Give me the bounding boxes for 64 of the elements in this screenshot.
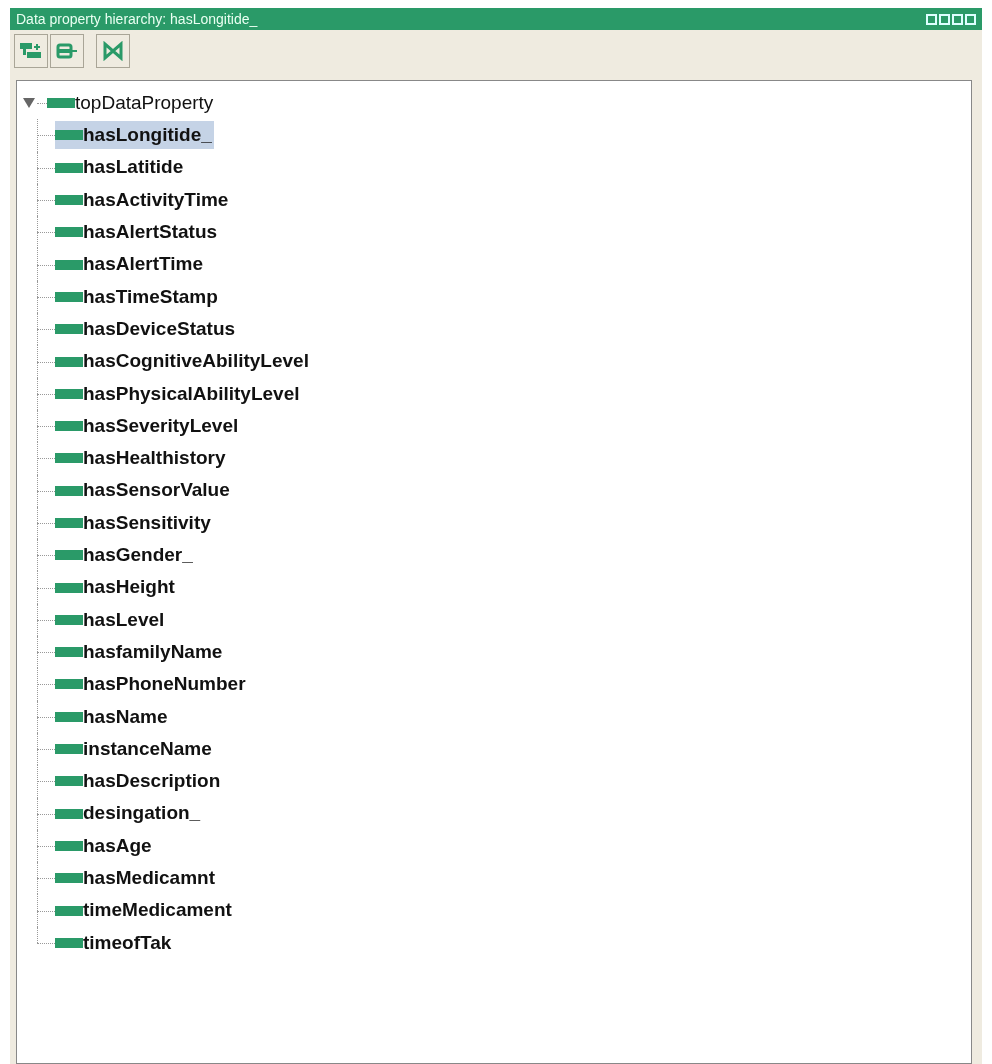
add-sibling-button[interactable] xyxy=(50,34,84,68)
property-icon xyxy=(55,195,83,206)
property-icon xyxy=(55,776,83,787)
property-icon xyxy=(55,130,83,141)
property-icon xyxy=(55,356,83,367)
property-icon xyxy=(55,291,83,302)
tree-item[interactable]: hasAlertStatus xyxy=(55,218,220,247)
property-icon xyxy=(55,679,83,690)
tree-item[interactable]: timeofTak xyxy=(55,928,174,957)
tree-item[interactable]: hasLevel xyxy=(55,605,167,634)
property-icon xyxy=(55,388,83,399)
property-arrow-icon xyxy=(56,42,78,60)
property-icon xyxy=(55,421,83,432)
property-icon xyxy=(55,905,83,916)
tree-item[interactable]: hasMedicamnt xyxy=(55,864,217,893)
property-icon xyxy=(55,227,83,238)
property-icon xyxy=(55,614,83,625)
tree-item[interactable]: hasPhoneNumber xyxy=(55,670,248,699)
property-icon xyxy=(55,259,83,270)
tree-item[interactable]: hasSensitivity xyxy=(55,509,213,537)
property-icon xyxy=(55,324,83,335)
property-icon xyxy=(55,518,83,528)
tree-item[interactable]: hasfamilyName xyxy=(55,638,225,667)
tree-item[interactable]: hasLatitide xyxy=(55,153,186,182)
maximize-icon[interactable] xyxy=(952,13,963,25)
property-icon xyxy=(55,873,83,884)
tree-item[interactable]: hasHealthistory xyxy=(55,444,228,473)
tree-item[interactable]: hasDeviceStatus xyxy=(55,315,238,344)
tree-item[interactable]: hasHeight xyxy=(55,573,177,602)
tree-item[interactable]: instanceName xyxy=(55,735,214,764)
tree-item[interactable]: desingation_ xyxy=(55,799,203,828)
tree-item[interactable]: hasLongitide_ xyxy=(55,121,214,150)
property-icon xyxy=(47,98,75,109)
property-icon xyxy=(55,808,83,819)
tree-item[interactable]: hasSensorValue xyxy=(55,476,232,505)
close-icon[interactable] xyxy=(965,13,976,25)
property-icon xyxy=(55,840,83,851)
property-icon xyxy=(55,711,83,722)
property-icon xyxy=(55,582,83,593)
property-icon xyxy=(55,550,83,561)
tree-item[interactable]: hasActivityTime xyxy=(55,186,231,215)
property-icon xyxy=(55,162,83,173)
delete-cross-icon xyxy=(103,41,123,61)
property-icon xyxy=(55,453,83,464)
tree-item[interactable]: hasDescription xyxy=(55,767,223,796)
add-subproperty-button[interactable] xyxy=(14,34,48,68)
tree-item[interactable]: hasName xyxy=(55,702,170,731)
property-icon xyxy=(55,485,83,496)
tree-item[interactable]: hasAlertTime xyxy=(55,250,206,279)
property-icon xyxy=(55,744,83,755)
expand-triangle-icon[interactable] xyxy=(23,98,35,109)
tree-item[interactable]: timeMedicament xyxy=(55,896,234,925)
tree-item[interactable]: hasGender_ xyxy=(55,541,195,570)
tree-item[interactable]: hasSeverityLevel xyxy=(55,412,241,441)
tree-item[interactable]: hasCognitiveAbilityLevel xyxy=(55,347,311,376)
tree-item[interactable]: topDataProperty xyxy=(47,89,214,118)
tree-item[interactable]: hasTimeStamp xyxy=(55,282,220,311)
property-icon xyxy=(55,937,83,948)
tree-item[interactable]: hasPhysicalAbilityLevel xyxy=(55,379,302,408)
window-title: Data property hierarchy: hasLongitide_ xyxy=(16,9,258,29)
tree-item[interactable]: hasAge xyxy=(55,831,154,860)
property-icon xyxy=(55,647,83,658)
hierarchy-plus-icon xyxy=(19,41,43,61)
delete-button[interactable] xyxy=(96,34,130,68)
